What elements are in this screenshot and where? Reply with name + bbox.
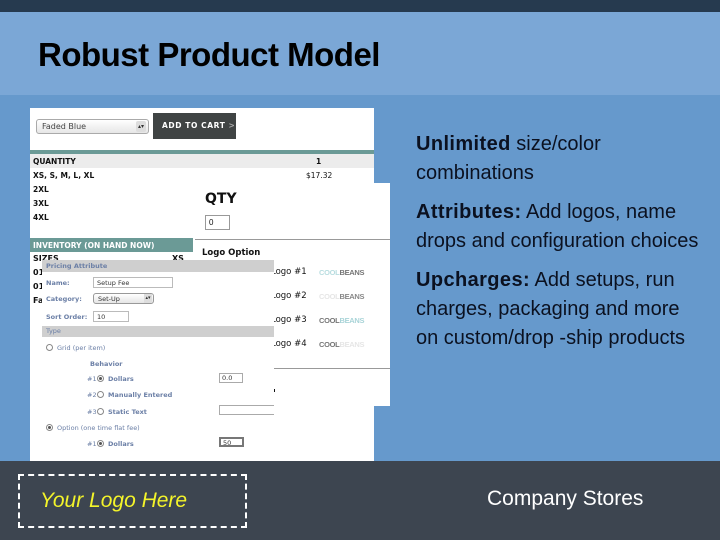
behavior-label: Dollars — [108, 440, 134, 448]
name-input[interactable]: Setup Fee — [93, 277, 173, 288]
logo-label: Logo #3 — [271, 315, 307, 325]
pricing-attribute-screenshot: Pricing Attribute Name: Setup Fee Catego… — [42, 260, 274, 451]
brand-part-b: BEANS — [339, 316, 365, 325]
logo-option-label: Logo Option — [202, 248, 261, 258]
brand-part-b: BEANS — [339, 268, 365, 277]
bullet-list: Unlimited size/color combinations Attrib… — [416, 130, 706, 363]
qty-input[interactable]: 0 — [205, 215, 230, 230]
size-row: XS, S, M, L, XL — [33, 171, 95, 180]
grid-option-label: Grid (per item) — [57, 344, 106, 352]
footer: Your Logo Here Company Stores — [0, 461, 720, 540]
brand-part-a: COOL — [319, 316, 340, 325]
size-row: 4XL — [33, 213, 49, 222]
behavior-label: Behavior — [90, 360, 123, 368]
category-value: Set-Up — [98, 295, 120, 303]
slide-title: Robust Product Model — [38, 36, 380, 73]
bullet-item: Upcharges: Add setups, run charges, pack… — [416, 266, 706, 353]
bullet-bold: Unlimited — [416, 133, 511, 155]
qty-label: QTY — [205, 191, 237, 207]
sort-order-label: Sort Order: — [46, 313, 88, 321]
divider — [271, 368, 390, 369]
logo-label: Logo #2 — [271, 291, 307, 301]
chevron-right-icon: > — [228, 121, 236, 130]
logo-label: Logo #4 — [271, 339, 307, 349]
behavior-label: Static Text — [108, 408, 147, 416]
bullet-bold: Upcharges: — [416, 269, 531, 291]
title-band: Robust Product Model — [0, 12, 720, 95]
inventory-header: INVENTORY (ON HAND NOW) — [30, 238, 193, 252]
behavior-radio[interactable] — [97, 391, 104, 398]
logo-option-item[interactable]: Logo #1 — [271, 267, 307, 277]
behavior-radio[interactable] — [97, 408, 104, 415]
option-value-input[interactable]: 50 — [219, 437, 244, 447]
quantity-column: 1 — [316, 157, 322, 166]
select-spinner-icon: ▴▾ — [136, 121, 146, 132]
brand-part-a: COOL — [319, 268, 340, 277]
size-row: 2XL — [33, 185, 49, 194]
behavior-number: #2 — [87, 391, 97, 399]
behavior-number: #1 — [87, 440, 97, 448]
behavior-number: #3 — [87, 408, 97, 416]
size-row: 3XL — [33, 199, 49, 208]
logo-option-item[interactable]: Logo #4 — [271, 339, 307, 349]
grid-radio[interactable] — [46, 344, 53, 351]
option-label: Option (one time flat fee) — [57, 424, 140, 432]
coolbeans-logo: COOLBEANS — [319, 268, 365, 277]
bullet-item: Attributes: Add logos, name drops and co… — [416, 198, 706, 256]
behavior-number: #1 — [87, 375, 97, 383]
logo-placeholder-text: Your Logo Here — [40, 489, 188, 512]
brand-part-b: BEANS — [339, 292, 365, 301]
top-bar — [0, 0, 720, 12]
pricing-attribute-header: Pricing Attribute — [42, 260, 274, 272]
behavior-input[interactable] — [219, 405, 274, 415]
color-select-value: Faded Blue — [42, 122, 87, 131]
logo-option-item[interactable]: Logo #2 — [271, 291, 307, 301]
add-to-cart-button[interactable]: ADD TO CART > — [153, 113, 236, 139]
category-label: Category: — [46, 295, 82, 303]
bullet-bold: Attributes: — [416, 201, 522, 223]
behavior-label: Manually Entered — [108, 391, 173, 399]
behavior-radio[interactable] — [97, 440, 104, 447]
type-header: Type — [42, 326, 274, 337]
add-to-cart-label: ADD TO CART — [162, 121, 226, 130]
bullet-item: Unlimited size/color combinations — [416, 130, 706, 188]
brand-part-b: BEANS — [339, 340, 365, 349]
option-radio[interactable] — [46, 424, 53, 431]
logo-option-item[interactable]: Logo #3 — [271, 315, 307, 325]
price-cell: $17.32 — [306, 171, 333, 180]
logo-label: Logo #1 — [271, 267, 307, 277]
company-name: Company Stores — [487, 487, 644, 510]
behavior-label: Dollars — [108, 375, 134, 383]
quantity-header-row — [30, 154, 374, 168]
coolbeans-logo: COOLBEANS — [319, 316, 365, 325]
brand-part-a: COOL — [319, 340, 340, 349]
color-select[interactable]: Faded Blue ▴▾ — [36, 119, 149, 134]
quantity-header: QUANTITY — [33, 157, 76, 166]
sort-order-input[interactable]: 10 — [93, 311, 129, 322]
coolbeans-logo: COOLBEANS — [319, 292, 365, 301]
behavior-radio[interactable] — [97, 375, 104, 382]
select-spinner-icon: ▴▾ — [144, 294, 152, 303]
coolbeans-logo: COOLBEANS — [319, 340, 365, 349]
name-label: Name: — [46, 279, 70, 287]
divider — [195, 239, 390, 240]
category-select[interactable]: Set-Up ▴▾ — [93, 293, 154, 304]
logo-placeholder: Your Logo Here — [18, 474, 247, 528]
brand-part-a: COOL — [319, 292, 340, 301]
behavior-input[interactable]: 0.0 — [219, 373, 243, 383]
